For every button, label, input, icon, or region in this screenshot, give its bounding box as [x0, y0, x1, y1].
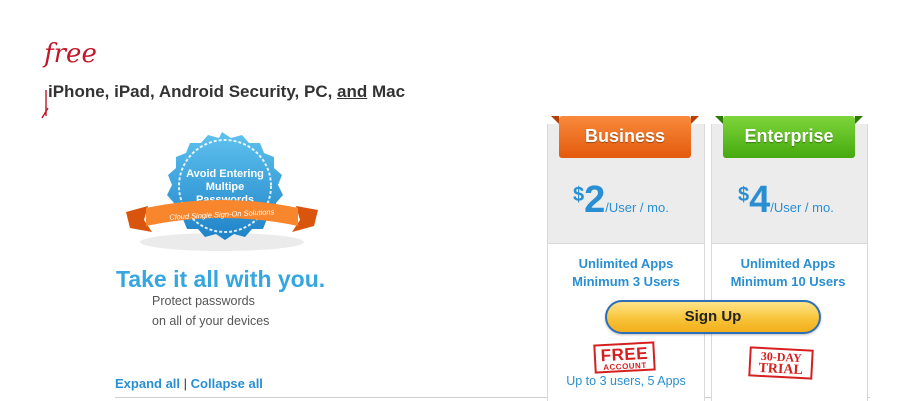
password-badge: Avoid Entering Multipe Passwords Cloud S…	[126, 132, 318, 251]
enterprise-price-unit: /User / mo.	[770, 200, 834, 215]
tagline-sub-1: Protect passwords	[152, 294, 255, 308]
business-feature-apps: Unlimited Apps	[578, 256, 674, 271]
collapse-all-link[interactable]: Collapse all	[191, 376, 263, 391]
link-separator: |	[183, 376, 188, 391]
trial-stamp: 30-DAY TRIAL	[748, 346, 814, 380]
badge-line-1: Avoid Entering	[186, 168, 264, 180]
free-account-stamp: FREE ACCOUNT	[593, 341, 656, 374]
business-price: $2/User / mo.	[573, 180, 669, 220]
headline-text: iPhone, iPad, Android Security, PC,	[48, 82, 338, 101]
free-annotation: free	[41, 39, 97, 119]
enterprise-price: $4/User / mo.	[738, 180, 834, 220]
business-ribbon-fold-right	[691, 116, 699, 124]
platforms-headline: iPhone, iPad, Android Security, PC, and …	[48, 82, 405, 102]
expand-all-link[interactable]: Expand all	[115, 376, 180, 391]
free-annotation-text: free	[42, 39, 97, 69]
trial-stamp-line-2: TRIAL	[758, 360, 804, 379]
headline-mac: Mac	[367, 82, 406, 101]
business-plan-title: Business	[559, 116, 691, 158]
sign-up-button[interactable]: Sign Up	[605, 300, 821, 334]
enterprise-feature-users: Minimum 10 Users	[730, 274, 846, 289]
business-ribbon-fold-left	[551, 116, 559, 124]
enterprise-feature-apps: Unlimited Apps	[740, 256, 836, 271]
badge-line-2: Multipe	[206, 181, 245, 193]
enterprise-ribbon-fold-right	[855, 116, 863, 124]
business-price-unit: /User / mo.	[605, 200, 669, 215]
tagline: Take it all with you.	[116, 266, 326, 292]
enterprise-price-amount: 4	[749, 179, 771, 221]
headline-and: and	[337, 82, 368, 101]
enterprise-ribbon-fold-left	[715, 116, 723, 124]
free-stamp-line-2: ACCOUNT	[603, 360, 647, 373]
business-feature-users: Minimum 3 Users	[572, 274, 680, 289]
business-price-currency: $	[573, 184, 585, 206]
tagline-sub-2: on all of your devices	[152, 314, 270, 328]
enterprise-plan-title: Enterprise	[723, 116, 855, 158]
expand-collapse-links: Expand all | Collapse all	[115, 376, 263, 391]
enterprise-price-currency: $	[738, 184, 750, 206]
business-footnote: Up to 3 users, 5 Apps	[566, 374, 686, 388]
business-price-amount: 2	[584, 179, 606, 221]
